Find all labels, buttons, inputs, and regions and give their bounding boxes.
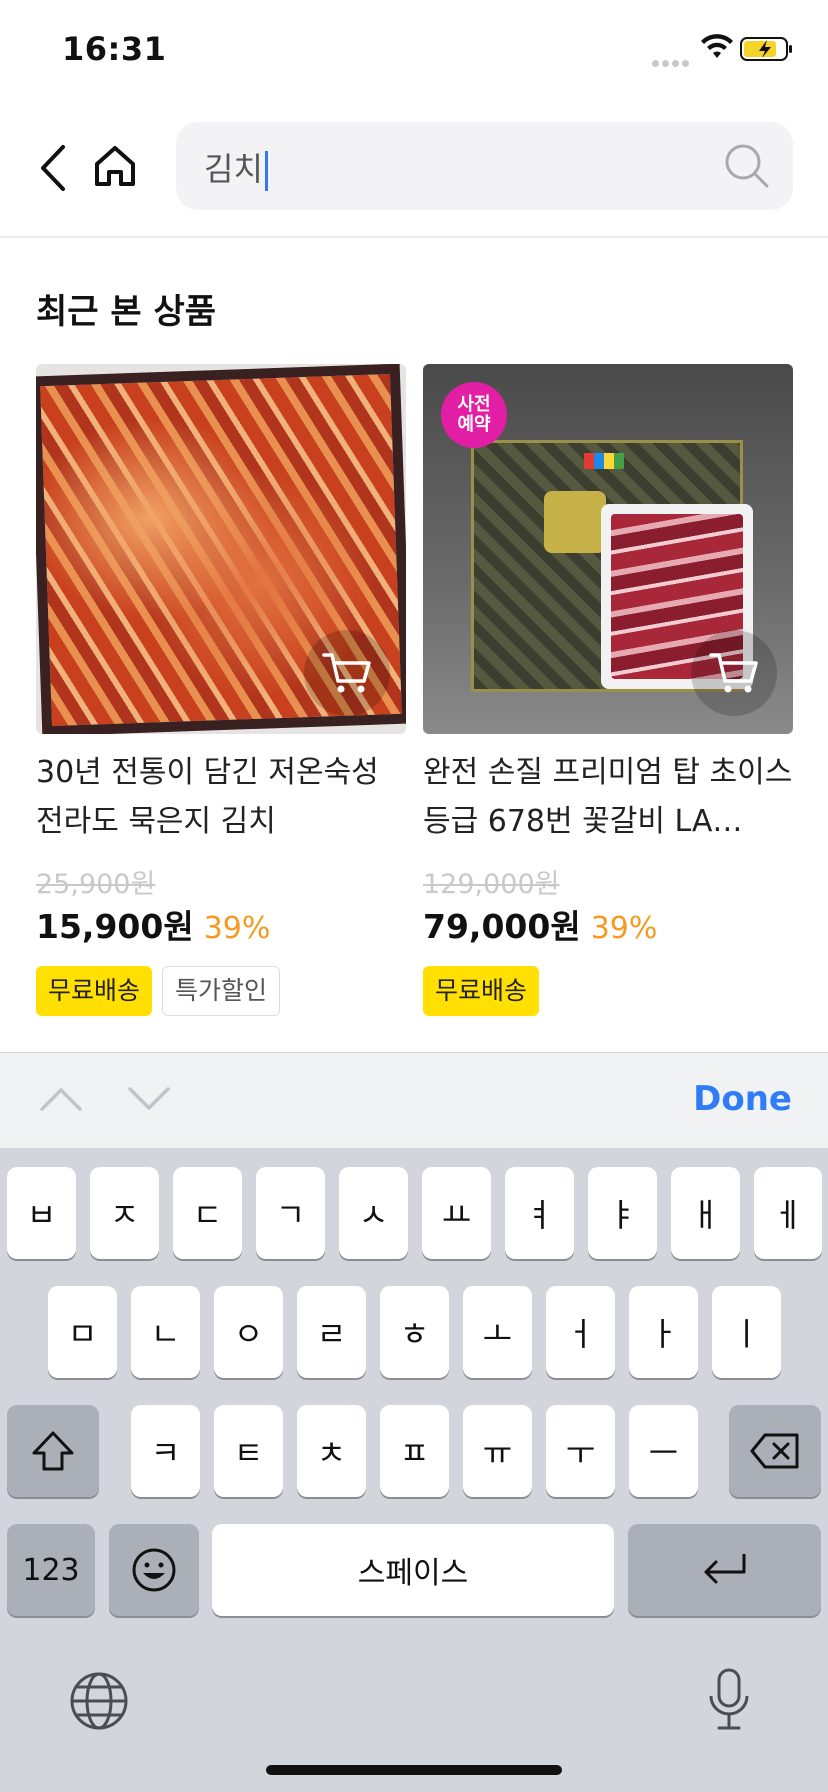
wifi-icon xyxy=(700,34,734,64)
key[interactable]: ㅗ xyxy=(463,1286,532,1378)
tag-free-shipping: 무료배송 xyxy=(36,966,153,1016)
preorder-badge: 사전 예약 xyxy=(441,382,507,448)
emoji-icon xyxy=(132,1548,176,1592)
product-price: 79,000원 xyxy=(423,907,581,946)
key[interactable]: ㅕ xyxy=(505,1167,574,1259)
shift-icon xyxy=(32,1431,74,1471)
emoji-key[interactable] xyxy=(109,1524,199,1616)
key[interactable]: ㅅ xyxy=(339,1167,408,1259)
shift-key[interactable] xyxy=(7,1405,99,1497)
key[interactable]: ㅍ xyxy=(380,1405,449,1497)
home-icon xyxy=(95,146,135,186)
key[interactable]: ㅣ xyxy=(712,1286,781,1378)
product-name[interactable]: 30년 전통이 담긴 저온숙성 전라도 묵은지 김치 xyxy=(36,748,406,846)
mic-icon xyxy=(709,1668,749,1730)
key[interactable]: ㅛ xyxy=(422,1167,491,1259)
home-indicator xyxy=(266,1765,562,1775)
key[interactable]: ㅇ xyxy=(214,1286,283,1378)
key[interactable]: ㄹ xyxy=(297,1286,366,1378)
previous-field-button[interactable] xyxy=(36,1079,86,1119)
key[interactable]: ㄱ xyxy=(256,1167,325,1259)
key[interactable]: ㅋ xyxy=(131,1405,200,1497)
search-header: 김치 xyxy=(0,100,828,238)
product-discount: 39% xyxy=(590,911,658,946)
product-image[interactable]: 사전 예약 xyxy=(423,364,793,734)
key[interactable]: ㅏ xyxy=(629,1286,698,1378)
key[interactable]: ㅈ xyxy=(90,1167,159,1259)
product-tags: 무료배송 특가할인 xyxy=(36,966,281,1016)
key[interactable]: ㄷ xyxy=(173,1167,242,1259)
cart-icon xyxy=(709,653,758,693)
delete-key[interactable] xyxy=(729,1405,821,1497)
globe-icon xyxy=(70,1672,128,1730)
keyboard: ㅂ ㅈ ㄷ ㄱ ㅅ ㅛ ㅕ ㅑ ㅐ ㅔ ㅁ ㄴ ㅇ ㄹ ㅎ ㅗ ㅓ ㅏ ㅣ ㅋ … xyxy=(0,1148,828,1792)
cart-icon xyxy=(322,653,371,693)
key[interactable]: ㅂ xyxy=(7,1167,76,1259)
keyboard-accessory-bar: Done xyxy=(0,1052,828,1148)
product-card[interactable]: 30년 전통이 담긴 저온숙성 전라도 묵은지 김치 25,900원 15,90… xyxy=(36,364,406,1016)
battery-icon xyxy=(740,36,794,66)
product-original-price: 129,000원 xyxy=(423,869,560,900)
add-to-cart-button[interactable] xyxy=(304,630,390,716)
add-to-cart-button[interactable] xyxy=(691,630,777,716)
key[interactable]: ㅜ xyxy=(546,1405,615,1497)
section-title-recent: 최근 본 상품 xyxy=(36,292,217,332)
key[interactable]: ㅎ xyxy=(380,1286,449,1378)
product-price: 15,900원 xyxy=(36,907,194,946)
key[interactable]: ㅑ xyxy=(588,1167,657,1259)
product-price-row: 15,900원 39% xyxy=(36,900,270,948)
product-original-price: 25,900원 xyxy=(36,869,156,900)
product-card[interactable]: 사전 예약 완전 손질 프리미엄 탑 초이스 등급 678번 꽃갈비 LA… 1… xyxy=(423,364,793,1016)
home-button[interactable] xyxy=(88,138,142,194)
key[interactable]: ㅔ xyxy=(754,1167,822,1259)
tag-special-discount: 특가할인 xyxy=(162,966,281,1016)
delete-icon xyxy=(750,1433,799,1469)
search-button[interactable] xyxy=(723,142,771,194)
key[interactable]: ㅐ xyxy=(671,1167,740,1259)
product-name[interactable]: 완전 손질 프리미엄 탑 초이스 등급 678번 꽃갈비 LA… xyxy=(423,748,793,846)
key[interactable]: ㄴ xyxy=(131,1286,200,1378)
search-input-value: 김치 xyxy=(204,150,263,188)
chevron-up-icon xyxy=(40,1088,82,1111)
key[interactable]: ㅁ xyxy=(48,1286,117,1378)
search-icon xyxy=(725,144,769,188)
key[interactable]: ㅡ xyxy=(629,1405,698,1497)
key[interactable]: ㅓ xyxy=(546,1286,615,1378)
key[interactable]: ㅠ xyxy=(463,1405,532,1497)
return-icon xyxy=(704,1554,745,1584)
status-time: 16:31 xyxy=(62,30,167,68)
product-discount: 39% xyxy=(203,911,271,946)
back-button[interactable] xyxy=(28,140,76,196)
cellular-signal-icon xyxy=(652,52,702,67)
next-field-button[interactable] xyxy=(124,1079,174,1119)
space-key[interactable]: 스페이스 xyxy=(212,1524,614,1616)
status-bar: 16:31 xyxy=(0,0,828,100)
return-key[interactable] xyxy=(628,1524,821,1616)
done-button[interactable]: Done xyxy=(693,1079,792,1119)
text-cursor xyxy=(264,151,268,191)
product-price-row: 79,000원 39% xyxy=(423,900,657,948)
product-image[interactable] xyxy=(36,364,406,734)
dictation-button[interactable] xyxy=(706,1666,752,1740)
tag-free-shipping: 무료배송 xyxy=(423,966,540,1016)
chevron-down-icon xyxy=(128,1087,170,1110)
key[interactable]: ㅊ xyxy=(297,1405,366,1497)
back-icon xyxy=(41,145,65,191)
globe-button[interactable] xyxy=(68,1670,130,1736)
search-input[interactable]: 김치 xyxy=(204,144,268,191)
search-bar[interactable]: 김치 xyxy=(176,122,793,210)
key[interactable]: ㅌ xyxy=(214,1405,283,1497)
numbers-key[interactable]: 123 xyxy=(7,1524,95,1616)
product-tags: 무료배송 xyxy=(423,966,540,1016)
